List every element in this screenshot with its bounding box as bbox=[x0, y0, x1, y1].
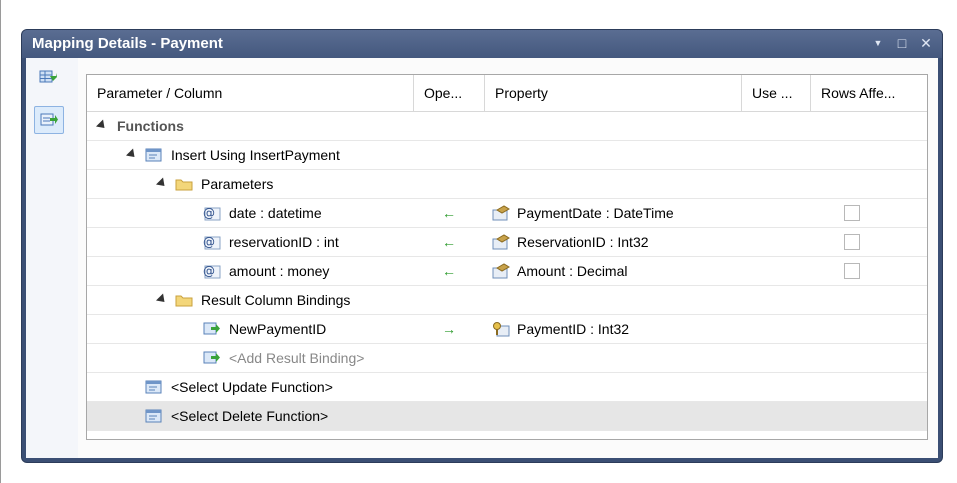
svg-text:@: @ bbox=[203, 235, 215, 249]
left-arrow-icon: ← bbox=[442, 263, 456, 279]
property-icon bbox=[492, 205, 510, 221]
property-name[interactable]: ReservationID : Int32 bbox=[517, 228, 649, 257]
insert-function-label: Insert Using InsertPayment bbox=[171, 147, 340, 163]
property-icon bbox=[492, 263, 510, 279]
property-name[interactable]: PaymentDate : DateTime bbox=[517, 199, 674, 228]
close-icon[interactable]: ✕ bbox=[918, 34, 934, 52]
result-binding-icon bbox=[203, 351, 220, 364]
collapse-triangle-icon[interactable] bbox=[155, 293, 169, 306]
map-to-functions-button[interactable] bbox=[34, 106, 64, 134]
rows-affected-checkbox[interactable] bbox=[844, 263, 860, 279]
svg-text:@: @ bbox=[203, 206, 215, 220]
select-delete-function[interactable]: <Select Delete Function> bbox=[171, 402, 328, 431]
column-header-rows-affected[interactable]: Rows Affe... bbox=[811, 75, 927, 111]
left-arrow-icon: ← bbox=[442, 234, 456, 250]
collapse-triangle-icon[interactable] bbox=[155, 177, 169, 190]
function-mapping-icon bbox=[40, 113, 58, 126]
function-icon bbox=[145, 148, 162, 162]
left-arrow-icon: ← bbox=[442, 205, 456, 221]
tree-row-parameters[interactable]: Parameters bbox=[87, 170, 927, 199]
column-header-property[interactable]: Property bbox=[485, 75, 742, 111]
mapping-details-window: Mapping Details - Payment ▼ □ ✕ Paramete… bbox=[22, 30, 942, 462]
maximize-icon[interactable]: □ bbox=[894, 34, 910, 52]
property-name[interactable]: Amount : Decimal bbox=[517, 257, 627, 286]
rows-affected-checkbox[interactable] bbox=[844, 234, 860, 250]
window-client: Parameter / Column Ope... Property Use .… bbox=[26, 58, 938, 458]
tree-row-functions[interactable]: Functions bbox=[87, 112, 927, 141]
rows-affected-checkbox[interactable] bbox=[844, 205, 860, 221]
collapse-triangle-icon[interactable] bbox=[125, 148, 139, 161]
folder-icon bbox=[175, 295, 193, 307]
result-binding-name: NewPaymentID bbox=[229, 321, 327, 337]
parameter-icon: @ bbox=[203, 235, 221, 250]
window-dropdown-icon[interactable]: ▼ bbox=[870, 34, 886, 52]
tree-row-delete-function[interactable]: <Select Delete Function> bbox=[87, 402, 927, 431]
page-edge-line bbox=[0, 0, 1, 483]
tree-row-insert-function[interactable]: Insert Using InsertPayment bbox=[87, 141, 927, 170]
mapping-grid: Parameter / Column Ope... Property Use .… bbox=[86, 74, 928, 440]
functions-label: Functions bbox=[117, 118, 184, 134]
parameter-name: reservationID : int bbox=[229, 234, 339, 250]
window-title: Mapping Details - Payment bbox=[32, 35, 223, 52]
parameter-row[interactable]: @ reservationID : int ← ReservationID : … bbox=[87, 228, 927, 257]
function-icon bbox=[145, 409, 162, 423]
column-header-parameter[interactable]: Parameter / Column bbox=[87, 75, 414, 111]
tree-row-update-function[interactable]: <Select Update Function> bbox=[87, 373, 927, 402]
collapse-triangle-icon[interactable] bbox=[95, 119, 109, 132]
add-result-binding-row[interactable]: <Add Result Binding> bbox=[87, 344, 927, 373]
function-icon bbox=[145, 380, 162, 394]
result-binding-icon bbox=[203, 322, 220, 335]
column-header-operator[interactable]: Ope... bbox=[414, 75, 485, 111]
column-header-use-original[interactable]: Use ... bbox=[742, 75, 811, 111]
title-bar[interactable]: Mapping Details - Payment ▼ □ ✕ bbox=[22, 30, 942, 58]
add-result-binding-label[interactable]: <Add Result Binding> bbox=[229, 344, 364, 373]
map-to-tables-button[interactable] bbox=[34, 64, 62, 90]
parameters-label: Parameters bbox=[201, 176, 274, 192]
parameter-name: date : datetime bbox=[229, 205, 322, 221]
right-arrow-icon: → bbox=[442, 321, 456, 337]
result-bindings-label: Result Column Bindings bbox=[201, 292, 351, 308]
property-icon bbox=[492, 234, 510, 250]
mapping-sidebar bbox=[26, 58, 78, 458]
parameter-name: amount : money bbox=[229, 263, 330, 279]
parameter-row[interactable]: @ amount : money ← Amount : Decimal bbox=[87, 257, 927, 286]
key-property-icon bbox=[493, 322, 510, 337]
result-binding-row[interactable]: NewPaymentID → PaymentID : Int32 bbox=[87, 315, 927, 344]
parameter-icon: @ bbox=[203, 206, 221, 221]
result-binding-property[interactable]: PaymentID : Int32 bbox=[517, 315, 629, 344]
table-mapping-icon bbox=[39, 70, 57, 83]
grid-header: Parameter / Column Ope... Property Use .… bbox=[87, 75, 927, 112]
svg-text:@: @ bbox=[203, 264, 215, 278]
select-update-function[interactable]: <Select Update Function> bbox=[171, 373, 333, 402]
tree-row-result-bindings[interactable]: Result Column Bindings bbox=[87, 286, 927, 315]
parameter-row[interactable]: @ date : datetime ← PaymentDate : DateTi… bbox=[87, 199, 927, 228]
parameter-icon: @ bbox=[203, 264, 221, 279]
folder-icon bbox=[175, 179, 193, 191]
